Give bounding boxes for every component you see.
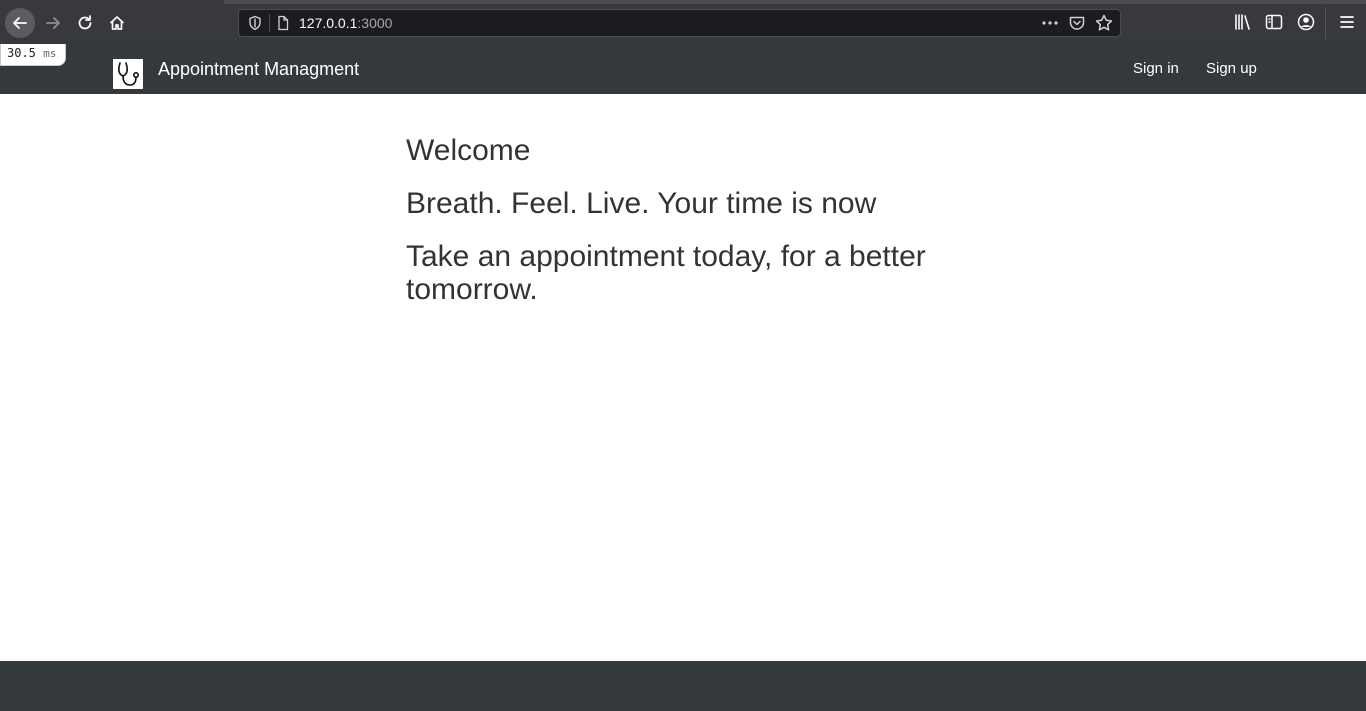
arrow-right-icon: [46, 17, 60, 29]
forward-button[interactable]: [38, 8, 68, 38]
home-button[interactable]: [102, 8, 132, 38]
toolbar-separator: [1325, 7, 1326, 39]
sign-up-link[interactable]: Sign up: [1206, 60, 1257, 77]
pocket-icon[interactable]: [1068, 14, 1086, 32]
footer: [0, 661, 1366, 711]
render-time-value: 30.5: [7, 46, 36, 60]
stethoscope-logo-icon[interactable]: [113, 59, 143, 89]
hero-section: Welcome Breath. Feel. Live. Your time is…: [406, 134, 966, 326]
library-icon[interactable]: [1233, 12, 1253, 32]
arrow-left-icon: [13, 17, 27, 29]
browser-toolbar: 127.0.0.1:3000: [0, 0, 1366, 44]
hamburger-menu-icon[interactable]: [1337, 12, 1357, 32]
url-port: :3000: [357, 15, 393, 31]
page-info-icon[interactable]: [275, 15, 291, 31]
account-icon[interactable]: [1296, 12, 1316, 32]
url-host: 127.0.0.1: [299, 15, 358, 31]
sign-in-link[interactable]: Sign in: [1133, 60, 1179, 77]
url-separator: [269, 14, 270, 32]
reload-button[interactable]: [70, 8, 100, 38]
more-actions-icon[interactable]: [1040, 14, 1060, 32]
bookmark-star-icon[interactable]: [1094, 13, 1114, 33]
cta-heading: Take an appointment today, for a better …: [406, 240, 926, 306]
back-button[interactable]: [5, 8, 35, 38]
url-text[interactable]: 127.0.0.1:3000: [299, 15, 392, 31]
sidebar-toggle-icon[interactable]: [1264, 12, 1284, 32]
tracking-shield-icon[interactable]: [247, 15, 263, 31]
tab-strip: [224, 0, 1366, 4]
app-navbar: Appointment Managment Sign in Sign up: [0, 44, 1366, 94]
address-bar[interactable]: 127.0.0.1:3000: [238, 9, 1121, 37]
stethoscope-icon: [117, 62, 139, 86]
brand-name[interactable]: Appointment Managment: [158, 59, 359, 80]
render-time-unit: ms: [43, 47, 57, 60]
tagline-heading: Breath. Feel. Live. Your time is now: [406, 187, 877, 220]
main-content: Welcome Breath. Feel. Live. Your time is…: [0, 94, 1366, 661]
home-icon: [109, 16, 125, 30]
render-time-badge: 30.5 ms: [0, 44, 66, 66]
reload-icon: [78, 15, 92, 30]
welcome-heading: Welcome: [406, 134, 531, 167]
